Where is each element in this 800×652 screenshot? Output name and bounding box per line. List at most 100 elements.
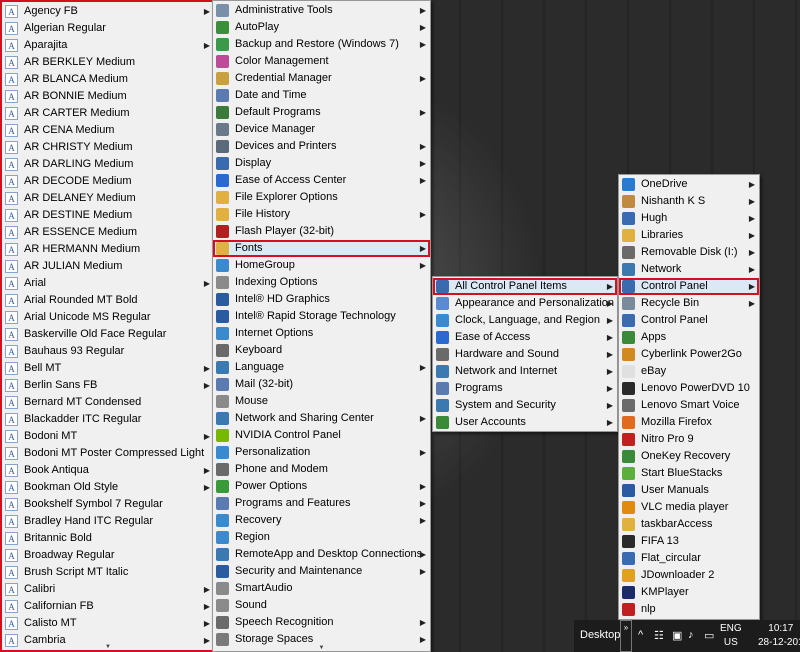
menu-item-cyberlink-power2go[interactable]: Cyberlink Power2Go: [619, 346, 759, 363]
menu-item-date-and-time[interactable]: Date and Time: [213, 87, 430, 104]
menu-item-calisto-mt[interactable]: A Calisto MT ▶: [2, 615, 214, 632]
menu-item-vlc-media-player[interactable]: VLC media player: [619, 499, 759, 516]
menu-item-internet-options[interactable]: Internet Options: [213, 325, 430, 342]
menu-item-removable-disk-i[interactable]: Removable Disk (I:) ▶: [619, 244, 759, 261]
menu-item-flat-circular[interactable]: Flat_circular: [619, 550, 759, 567]
menu-item-mozilla-firefox[interactable]: Mozilla Firefox: [619, 414, 759, 431]
menu-item-ebay[interactable]: eBay: [619, 363, 759, 380]
menu-item-book-antiqua[interactable]: A Book Antiqua ▶: [2, 462, 214, 479]
menu-item-ease-of-access-center[interactable]: Ease of Access Center ▶: [213, 172, 430, 189]
menu-item-personalization[interactable]: Personalization ▶: [213, 444, 430, 461]
menu-item-ar-cena-medium[interactable]: A AR CENA Medium: [2, 122, 214, 139]
menu-item-clock-language-and-region[interactable]: Clock, Language, and Region ▶: [433, 312, 617, 329]
menu-item-algerian-regular[interactable]: A Algerian Regular: [2, 20, 214, 37]
menu-item-bookshelf-symbol-7-regular[interactable]: A Bookshelf Symbol 7 Regular: [2, 496, 214, 513]
menu-item-power-options[interactable]: Power Options ▶: [213, 478, 430, 495]
menu-item-control-panel[interactable]: Control Panel ▶: [619, 278, 759, 295]
menu-item-onedrive[interactable]: OneDrive ▶: [619, 176, 759, 193]
menu-item-default-programs[interactable]: Default Programs ▶: [213, 104, 430, 121]
menu-item-network-and-internet[interactable]: Network and Internet ▶: [433, 363, 617, 380]
menu-item-berlin-sans-fb[interactable]: A Berlin Sans FB ▶: [2, 377, 214, 394]
menu-item-autoplay[interactable]: AutoPlay ▶: [213, 19, 430, 36]
menu-item-homegroup[interactable]: HomeGroup ▶: [213, 257, 430, 274]
menu-item-baskerville-old-face-regular[interactable]: A Baskerville Old Face Regular: [2, 326, 214, 343]
menu-item-bauhaus-93-regular[interactable]: A Bauhaus 93 Regular: [2, 343, 214, 360]
menu-item-hardware-and-sound[interactable]: Hardware and Sound ▶: [433, 346, 617, 363]
menu-item-ar-bonnie-medium[interactable]: A AR BONNIE Medium: [2, 88, 214, 105]
menu-item-ar-christy-medium[interactable]: A AR CHRISTY Medium: [2, 139, 214, 156]
menu-item-ar-blanca-medium[interactable]: A AR BLANCA Medium: [2, 71, 214, 88]
action-center-icon[interactable]: ▭: [704, 629, 714, 642]
show-hidden-icons-icon[interactable]: ^: [638, 629, 643, 641]
input-language-indicator[interactable]: ENG US: [720, 622, 742, 650]
menu-item-arial-unicode-ms-regular[interactable]: A Arial Unicode MS Regular: [2, 309, 214, 326]
toolbar-expand-chevron-icon[interactable]: »: [620, 620, 632, 652]
menu-item-ar-destine-medium[interactable]: A AR DESTINE Medium: [2, 207, 214, 224]
menu-item-sound[interactable]: Sound: [213, 597, 430, 614]
menu-item-lenovo-smart-voice[interactable]: Lenovo Smart Voice: [619, 397, 759, 414]
menu-item-brush-script-mt-italic[interactable]: A Brush Script MT Italic: [2, 564, 214, 581]
menu-item-ar-berkley-medium[interactable]: A AR BERKLEY Medium: [2, 54, 214, 71]
menu-item-bell-mt[interactable]: A Bell MT ▶: [2, 360, 214, 377]
menu-item-recovery[interactable]: Recovery ▶: [213, 512, 430, 529]
volume-icon[interactable]: ♪: [688, 629, 694, 641]
menu-item-bernard-mt-condensed[interactable]: A Bernard MT Condensed: [2, 394, 214, 411]
menu-item-color-management[interactable]: Color Management: [213, 53, 430, 70]
menu-item-jdownloader-2[interactable]: JDownloader 2: [619, 567, 759, 584]
menu-item-bodoni-mt[interactable]: A Bodoni MT ▶: [2, 428, 214, 445]
menu-item-display[interactable]: Display ▶: [213, 155, 430, 172]
menu-item-flash-player-32-bit[interactable]: Flash Player (32-bit): [213, 223, 430, 240]
menu-item-ar-delaney-medium[interactable]: A AR DELANEY Medium: [2, 190, 214, 207]
menu-item-administrative-tools[interactable]: Administrative Tools ▶: [213, 2, 430, 19]
system-clock[interactable]: 10:17 28-12-201: [758, 622, 800, 650]
menu-item-ar-carter-medium[interactable]: A AR CARTER Medium: [2, 105, 214, 122]
menu-item-ar-darling-medium[interactable]: A AR DARLING Medium: [2, 156, 214, 173]
scroll-down-arrow-icon[interactable]: ▼: [2, 644, 214, 650]
menu-item-lenovo-powerdvd-10[interactable]: Lenovo PowerDVD 10: [619, 380, 759, 397]
menu-item-calibri[interactable]: A Calibri ▶: [2, 581, 214, 598]
menu-item-bradley-hand-itc-regular[interactable]: A Bradley Hand ITC Regular: [2, 513, 214, 530]
menu-item-backup-and-restore-windows-7[interactable]: Backup and Restore (Windows 7) ▶: [213, 36, 430, 53]
menu-item-arial-rounded-mt-bold[interactable]: A Arial Rounded MT Bold: [2, 292, 214, 309]
menu-item-system-and-security[interactable]: System and Security ▶: [433, 397, 617, 414]
menu-item-recycle-bin[interactable]: Recycle Bin ▶: [619, 295, 759, 312]
menu-item-phone-and-modem[interactable]: Phone and Modem: [213, 461, 430, 478]
menu-item-onekey-recovery[interactable]: OneKey Recovery: [619, 448, 759, 465]
menu-item-file-explorer-options[interactable]: File Explorer Options: [213, 189, 430, 206]
menu-item-libraries[interactable]: Libraries ▶: [619, 227, 759, 244]
menu-item-file-history[interactable]: File History ▶: [213, 206, 430, 223]
menu-item-network[interactable]: Network ▶: [619, 261, 759, 278]
menu-item-ar-julian-medium[interactable]: A AR JULIAN Medium: [2, 258, 214, 275]
menu-item-user-manuals[interactable]: User Manuals: [619, 482, 759, 499]
menu-item-blackadder-itc-regular[interactable]: A Blackadder ITC Regular: [2, 411, 214, 428]
menu-item-language[interactable]: Language ▶: [213, 359, 430, 376]
menu-item-fonts[interactable]: Fonts ▶: [213, 240, 430, 257]
menu-item-region[interactable]: Region: [213, 529, 430, 546]
desktop-toolbar-label[interactable]: Desktop: [580, 629, 620, 641]
wifi-icon[interactable]: ☷: [654, 629, 664, 642]
menu-item-arial[interactable]: A Arial ▶: [2, 275, 214, 292]
menu-item-californian-fb[interactable]: A Californian FB ▶: [2, 598, 214, 615]
menu-item-security-and-maintenance[interactable]: Security and Maintenance ▶: [213, 563, 430, 580]
menu-item-programs[interactable]: Programs ▶: [433, 380, 617, 397]
menu-item-user-accounts[interactable]: User Accounts ▶: [433, 414, 617, 431]
menu-item-bodoni-mt-poster-compressed-light[interactable]: A Bodoni MT Poster Compressed Light: [2, 445, 214, 462]
menu-item-hugh[interactable]: Hugh ▶: [619, 210, 759, 227]
network-tray-icon[interactable]: ▣: [672, 629, 682, 642]
menu-item-control-panel[interactable]: Control Panel: [619, 312, 759, 329]
menu-item-programs-and-features[interactable]: Programs and Features ▶: [213, 495, 430, 512]
menu-item-all-control-panel-items[interactable]: All Control Panel Items ▶: [433, 278, 617, 295]
menu-item-aparajita[interactable]: A Aparajita ▶: [2, 37, 214, 54]
menu-item-devices-and-printers[interactable]: Devices and Printers ▶: [213, 138, 430, 155]
menu-item-speech-recognition[interactable]: Speech Recognition ▶: [213, 614, 430, 631]
menu-item-broadway-regular[interactable]: A Broadway Regular: [2, 547, 214, 564]
menu-item-ease-of-access[interactable]: Ease of Access ▶: [433, 329, 617, 346]
menu-item-keyboard[interactable]: Keyboard: [213, 342, 430, 359]
menu-item-network-and-sharing-center[interactable]: Network and Sharing Center ▶: [213, 410, 430, 427]
menu-item-britannic-bold[interactable]: A Britannic Bold: [2, 530, 214, 547]
menu-item-bookman-old-style[interactable]: A Bookman Old Style ▶: [2, 479, 214, 496]
menu-item-apps[interactable]: Apps: [619, 329, 759, 346]
menu-item-nishanth-k-s[interactable]: Nishanth K S ▶: [619, 193, 759, 210]
menu-item-ar-hermann-medium[interactable]: A AR HERMANN Medium: [2, 241, 214, 258]
menu-item-taskbaraccess[interactable]: taskbarAccess: [619, 516, 759, 533]
